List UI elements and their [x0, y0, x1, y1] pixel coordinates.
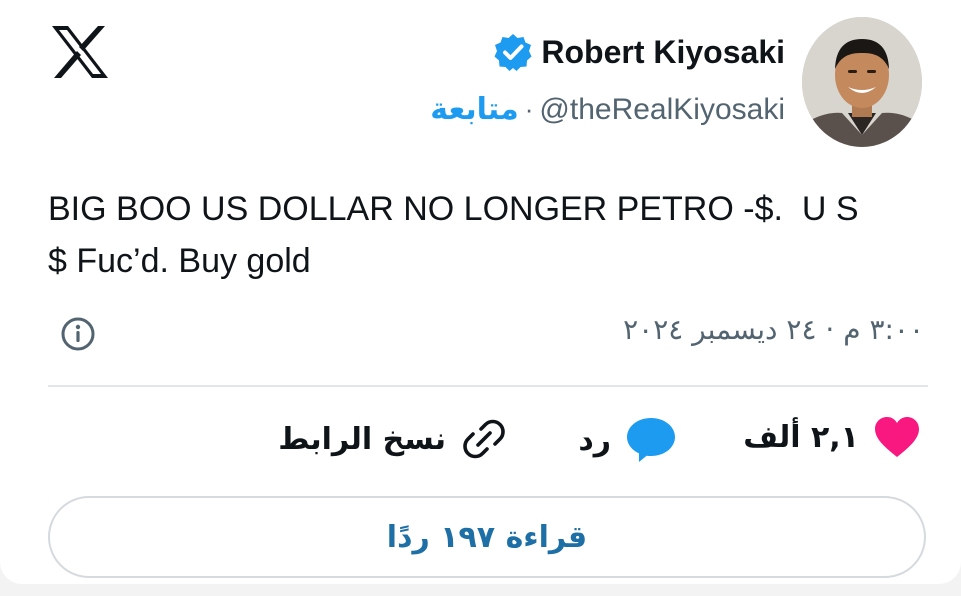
heart-icon [875, 417, 919, 457]
reply-bubble-icon [627, 418, 675, 462]
read-replies-button[interactable]: قراءة ١٩٧ ردًا [48, 496, 926, 578]
link-icon [463, 419, 505, 459]
follow-link[interactable]: متابعة [430, 92, 518, 127]
x-logo-icon[interactable] [50, 24, 110, 80]
reply-label: رد [578, 422, 611, 458]
tweet-timestamp[interactable]: ٣:٠٠ م · ٢٤ ديسمبر ٢٠٢٤ [623, 313, 924, 346]
avatar[interactable] [802, 17, 922, 147]
author-name-row[interactable]: Robert Kiyosaki [493, 32, 785, 72]
verified-badge-icon [494, 34, 532, 71]
author-handle-row: متابعة · @theRealKiyosaki [430, 92, 785, 127]
copy-link-button[interactable]: نسخ الرابط [278, 415, 508, 463]
separator-dot: · [524, 94, 534, 124]
tweet-card: Robert Kiyosaki متابعة · @theRealKiyosak… [0, 0, 961, 584]
copy-link-label: نسخ الرابط [278, 421, 446, 457]
reply-button[interactable]: رد [578, 415, 677, 465]
like-button[interactable]: ٢,١ ألف [743, 415, 921, 459]
tweet-text: BIG BOO US DOLLAR NO LONGER PETRO -$. U … [48, 190, 859, 280]
author-display-name[interactable]: Robert Kiyosaki [541, 34, 785, 71]
read-replies-label: قراءة ١٩٧ ردًا [386, 519, 588, 555]
info-icon[interactable] [60, 316, 96, 352]
divider [48, 385, 928, 387]
like-count: ٢,١ ألف [743, 419, 859, 455]
avatar-photo [802, 17, 922, 147]
author-handle[interactable]: @theRealKiyosaki [539, 93, 785, 127]
